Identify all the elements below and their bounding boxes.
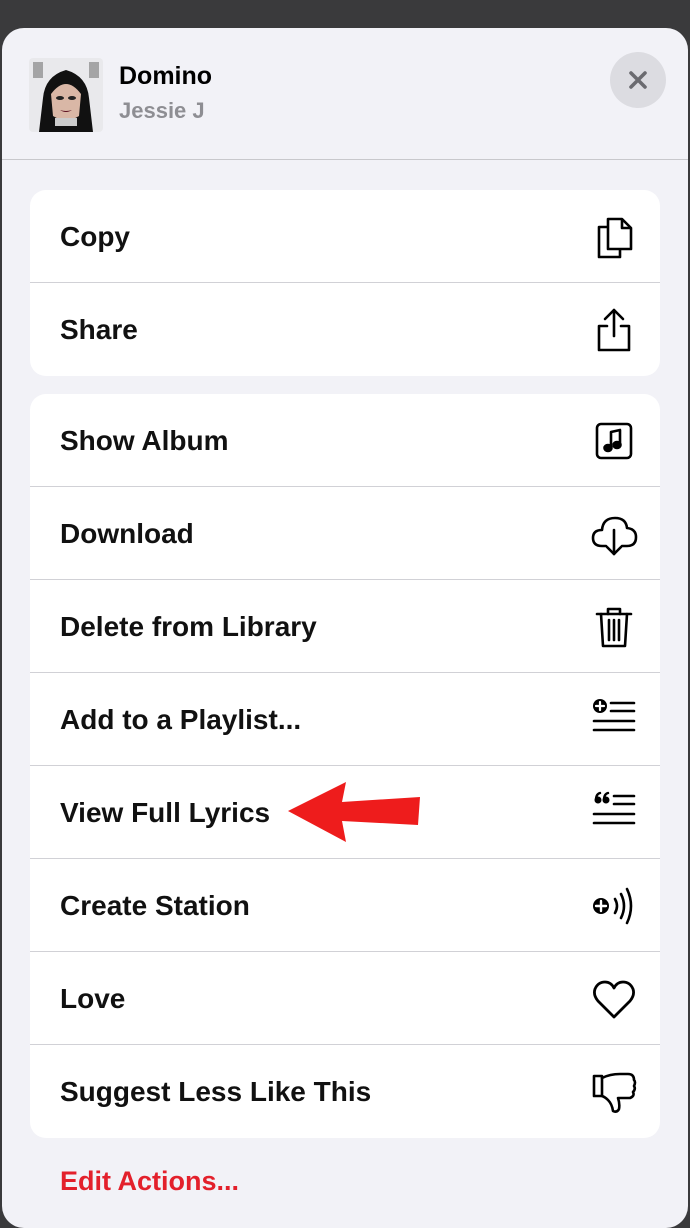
annotation-arrow	[288, 782, 420, 842]
copy-icon	[590, 213, 638, 261]
menu-group-2: Show Album Download Delete from Library …	[30, 394, 660, 1138]
album-icon	[590, 417, 638, 465]
trash-icon	[590, 603, 638, 651]
menu-item-label: Love	[60, 983, 126, 1014]
menu-item-love[interactable]: Love	[30, 952, 660, 1045]
menu-item-label: Share	[60, 314, 138, 345]
station-icon	[590, 882, 638, 930]
menu-item-delete-from-library[interactable]: Delete from Library	[30, 580, 660, 673]
menu-item-add-to-playlist[interactable]: Add to a Playlist...	[30, 673, 660, 766]
lyrics-icon	[590, 789, 638, 837]
action-sheet: Domino Jessie J Copy Share Show Album Do…	[2, 28, 688, 1228]
menu-item-label: Suggest Less Like This	[60, 1076, 372, 1107]
close-button[interactable]	[610, 52, 666, 108]
thumbs-down-icon	[590, 1068, 638, 1116]
menu-item-copy[interactable]: Copy	[30, 190, 660, 283]
add-to-playlist-icon	[590, 696, 638, 744]
song-header: Domino Jessie J	[2, 28, 688, 160]
song-title: Domino	[119, 62, 213, 90]
menu-item-label: Download	[60, 518, 194, 549]
menu-item-label: Delete from Library	[60, 611, 317, 642]
song-artist: Jessie J	[119, 98, 205, 123]
menu-item-suggest-less[interactable]: Suggest Less Like This	[30, 1045, 660, 1138]
close-icon	[629, 71, 647, 89]
menu-item-label: View Full Lyrics	[60, 797, 271, 828]
menu-item-label: Show Album	[60, 425, 229, 456]
edit-actions-link[interactable]: Edit Actions...	[60, 1166, 239, 1197]
download-icon	[590, 510, 638, 558]
menu-item-download[interactable]: Download	[30, 487, 660, 580]
menu-item-share[interactable]: Share	[30, 283, 660, 376]
menu-item-label: Create Station	[60, 890, 250, 921]
heart-icon	[590, 975, 638, 1023]
menu-item-label: Add to a Playlist...	[60, 704, 302, 735]
album-artwork	[29, 58, 103, 132]
menu-item-label: Copy	[60, 221, 130, 252]
menu-item-create-station[interactable]: Create Station	[30, 859, 660, 952]
share-icon	[590, 306, 638, 354]
menu-group-1: Copy Share	[30, 190, 660, 376]
menu-item-show-album[interactable]: Show Album	[30, 394, 660, 487]
